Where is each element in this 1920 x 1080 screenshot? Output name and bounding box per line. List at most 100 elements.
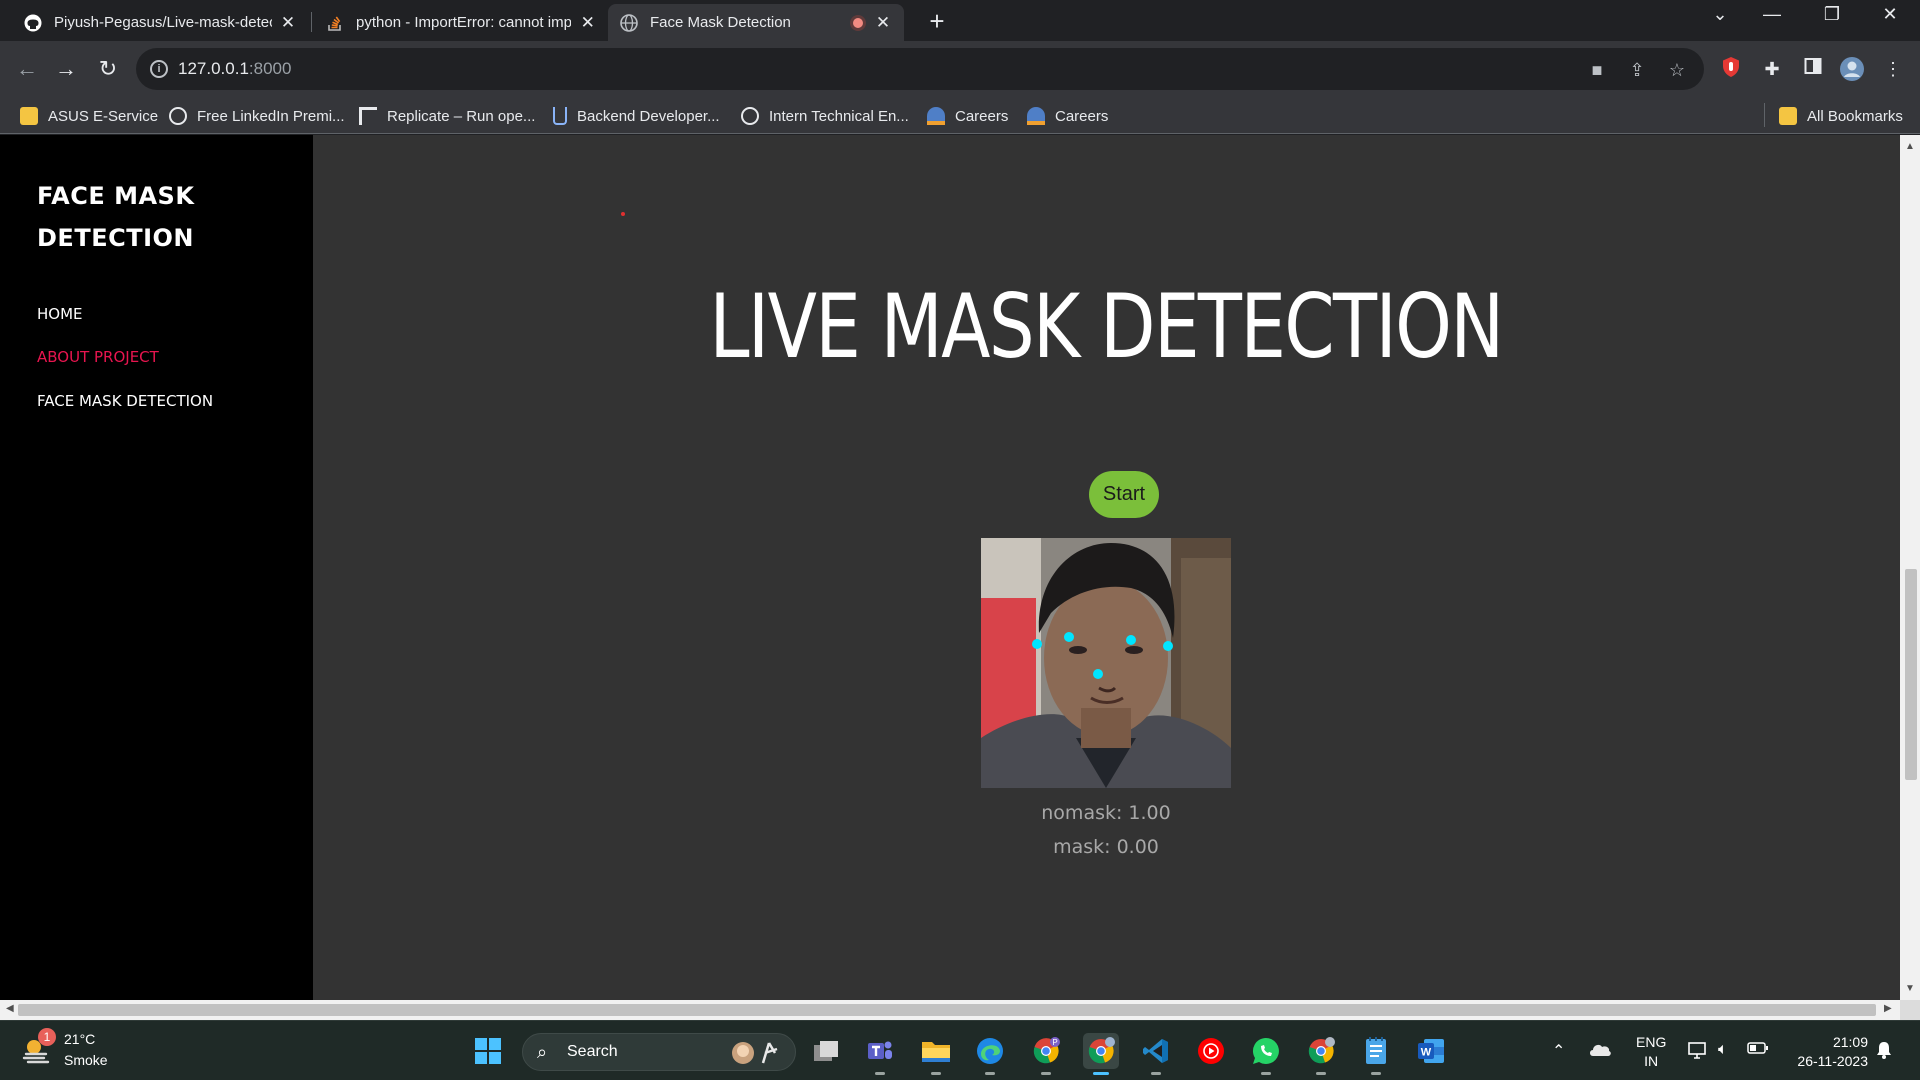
scroll-left-icon[interactable]: ◀: [6, 1003, 14, 1014]
weather-badge: 1: [38, 1028, 56, 1046]
chrome-profile2-icon[interactable]: [1303, 1033, 1339, 1075]
nav-face-mask-detection[interactable]: FACE MASK DETECTION: [37, 392, 213, 410]
notifications-bell-icon[interactable]: [1876, 1041, 1892, 1064]
browser-toolbar: ← → ↻ i 127.0.0.1:8000 ■ ⇪ ☆ ✚ ⋮: [0, 41, 1920, 97]
teams-icon[interactable]: [862, 1033, 898, 1075]
running-indicator: [1041, 1072, 1051, 1075]
bookmark-item[interactable]: Replicate – Run ope...: [359, 105, 535, 127]
bookmark-label: Backend Developer...: [577, 107, 720, 125]
close-tab-icon[interactable]: ✕: [280, 13, 296, 33]
taskbar-search[interactable]: ⌕ Search: [522, 1033, 796, 1071]
search-highlight-icon: [732, 1042, 778, 1064]
running-indicator: [1151, 1072, 1161, 1075]
youtube-music-icon[interactable]: [1193, 1033, 1229, 1069]
onedrive-icon[interactable]: [1588, 1041, 1612, 1062]
weather-desc[interactable]: Smoke: [64, 1052, 108, 1068]
scroll-right-icon[interactable]: ▶: [1884, 1003, 1892, 1014]
svg-text:P: P: [1052, 1038, 1057, 1047]
vscode-icon[interactable]: [1138, 1033, 1174, 1075]
restore-icon[interactable]: ❐: [1812, 4, 1852, 25]
bookmark-item[interactable]: Intern Technical En...: [741, 105, 909, 127]
profile-avatar[interactable]: [1839, 56, 1865, 82]
bookmark-item[interactable]: Free LinkedIn Premi...: [169, 105, 345, 127]
tab-divider: [311, 12, 312, 32]
clock-date: 26-11-2023: [1797, 1053, 1868, 1069]
sidebar: FACE MASK DETECTION HOME ABOUT PROJECT F…: [0, 135, 313, 1000]
webcam-feed: [981, 538, 1231, 788]
bookmark-label: Careers: [955, 107, 1009, 125]
scroll-down-icon[interactable]: ▼: [1904, 983, 1916, 994]
address-bar[interactable]: i 127.0.0.1:8000 ■ ⇪ ☆: [136, 48, 1704, 90]
tab-face-mask-detection[interactable]: Face Mask Detection ✕: [608, 4, 904, 41]
start-button[interactable]: Start: [1089, 471, 1159, 518]
github-icon: [24, 14, 42, 32]
horizontal-scrollbar[interactable]: ◀ ▶: [0, 1000, 1900, 1020]
active-indicator: [1093, 1072, 1109, 1075]
close-tab-icon[interactable]: ✕: [874, 13, 892, 33]
search-label: Search: [567, 1043, 618, 1060]
tab-github[interactable]: Piyush-Pegasus/Live-mask-detection ✕: [12, 4, 308, 41]
bookmark-star-icon[interactable]: ☆: [1666, 59, 1688, 81]
site-info-icon[interactable]: i: [150, 60, 168, 78]
share-icon[interactable]: ⇪: [1626, 59, 1648, 81]
weather-temp[interactable]: 21°C: [64, 1031, 95, 1047]
bookmark-item[interactable]: ASUS E-Service: [20, 105, 158, 127]
language-indicator[interactable]: ENG IN: [1636, 1033, 1666, 1071]
svg-text:W: W: [1421, 1047, 1432, 1059]
bookmark-item[interactable]: Backend Developer...: [553, 105, 720, 127]
word-icon[interactable]: W: [1413, 1033, 1449, 1069]
bookmark-item[interactable]: Careers: [1027, 105, 1108, 127]
notepad-icon[interactable]: [1358, 1033, 1394, 1075]
bookmark-item[interactable]: Careers: [927, 105, 1008, 127]
show-hidden-icons-icon[interactable]: ⌃: [1552, 1041, 1565, 1061]
url-host: 127.0.0.1: [178, 59, 249, 78]
nav-home[interactable]: HOME: [37, 305, 83, 323]
globe-icon: [169, 107, 187, 125]
task-view-icon[interactable]: [808, 1033, 844, 1069]
file-explorer-icon[interactable]: [918, 1033, 954, 1075]
system-clock[interactable]: 21:09 26-11-2023: [1784, 1033, 1868, 1071]
forward-icon[interactable]: →: [52, 55, 80, 83]
side-panel-icon[interactable]: [1800, 56, 1826, 82]
mask-score: mask: 0.00: [1053, 836, 1159, 858]
scroll-thumb[interactable]: [18, 1004, 1876, 1016]
url-text[interactable]: 127.0.0.1:8000: [178, 59, 291, 79]
bookmarks-bar: ASUS E-Service Free LinkedIn Premi... Re…: [0, 97, 1920, 134]
running-indicator: [985, 1072, 995, 1075]
running-indicator: [1261, 1072, 1271, 1075]
adblock-icon[interactable]: [1718, 56, 1744, 82]
extensions-icon[interactable]: ✚: [1759, 56, 1785, 82]
window-close-icon[interactable]: ✕: [1870, 4, 1910, 25]
close-tab-icon[interactable]: ✕: [579, 13, 596, 33]
minimize-icon[interactable]: —: [1752, 4, 1792, 25]
nav-about-project[interactable]: ABOUT PROJECT: [37, 348, 159, 366]
whatsapp-icon[interactable]: [1248, 1033, 1284, 1075]
new-tab-icon[interactable]: +: [922, 6, 952, 37]
scroll-up-icon[interactable]: ▲: [1904, 141, 1916, 152]
tab-search-icon[interactable]: ⌄: [1700, 4, 1740, 25]
back-icon[interactable]: ←: [13, 55, 41, 83]
running-indicator: [931, 1072, 941, 1075]
menu-icon[interactable]: ⋮: [1880, 56, 1906, 82]
network-icon[interactable]: [1687, 1041, 1709, 1066]
running-indicator: [1316, 1072, 1326, 1075]
cursor-dot: [621, 212, 625, 216]
all-bookmarks-button[interactable]: All Bookmarks: [1779, 105, 1903, 127]
region-code: IN: [1644, 1053, 1659, 1069]
camera-icon[interactable]: ■: [1586, 59, 1608, 81]
tab-stackoverflow[interactable]: python - ImportError: cannot import ✕: [314, 4, 608, 41]
landmark-eye-left: [1064, 632, 1074, 642]
start-menu-icon[interactable]: [470, 1033, 506, 1069]
chrome-profile-icon[interactable]: P: [1028, 1033, 1064, 1075]
bookmark-icon: [553, 107, 567, 125]
url-port: :8000: [248, 59, 292, 78]
chrome-active-icon[interactable]: [1083, 1033, 1119, 1075]
volume-icon[interactable]: 🔈︎: [1718, 1041, 1728, 1059]
scroll-thumb[interactable]: [1905, 569, 1917, 780]
face-landmarks: [1032, 632, 1173, 679]
folder-icon: [1779, 107, 1797, 125]
edge-icon[interactable]: [972, 1033, 1008, 1075]
battery-icon[interactable]: [1747, 1041, 1769, 1060]
vertical-scrollbar[interactable]: ▲ ▼: [1900, 135, 1920, 1000]
reload-icon[interactable]: ↻: [94, 55, 122, 83]
